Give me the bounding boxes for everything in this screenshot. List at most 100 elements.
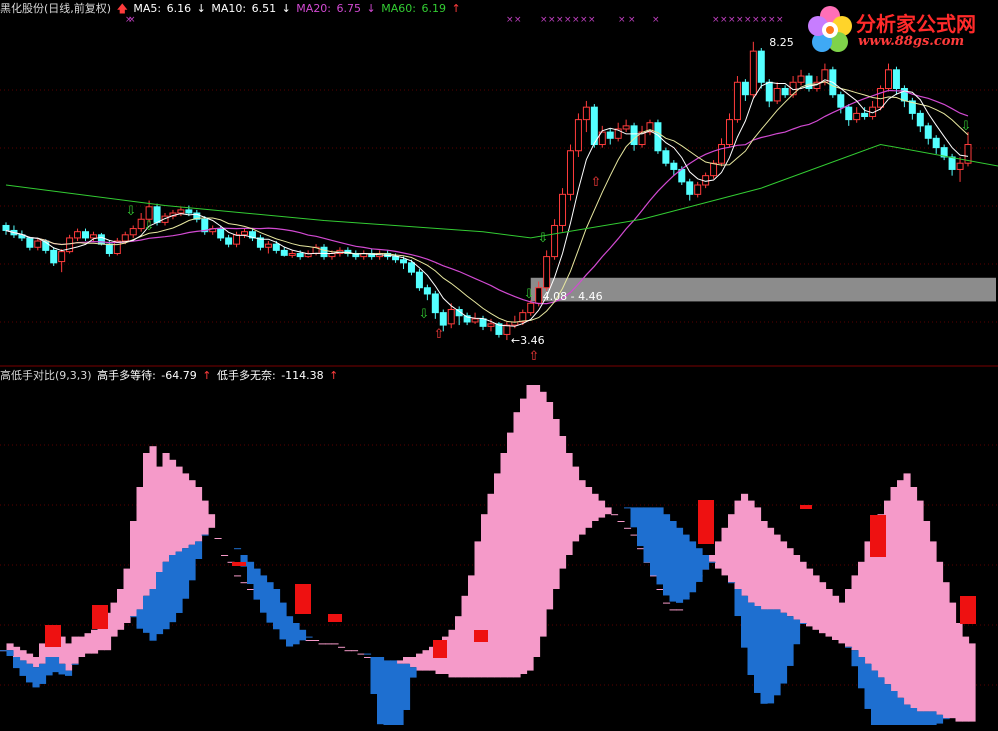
pink-bar xyxy=(708,555,716,562)
pink-bar xyxy=(195,487,203,542)
x-marker: × xyxy=(768,15,776,25)
candle-body xyxy=(725,119,733,146)
ma20-value: 6.75 xyxy=(336,2,362,15)
pink-bar xyxy=(422,650,430,671)
pink-bar xyxy=(637,548,645,550)
blue-bar xyxy=(624,507,632,509)
candle-body xyxy=(89,234,97,239)
blue-bar xyxy=(910,708,918,725)
pink-bar xyxy=(890,487,898,691)
flower-logo-icon xyxy=(808,6,852,52)
blue-bar xyxy=(728,582,736,584)
pink-bar xyxy=(565,453,573,555)
blue-bar xyxy=(890,691,898,725)
blue-bar xyxy=(234,548,242,550)
sell-arrow-icon: ⇩ xyxy=(144,219,155,234)
pink-bar xyxy=(793,555,801,620)
blue-bar xyxy=(71,663,79,665)
red-block xyxy=(92,605,108,629)
blue-bar xyxy=(708,561,716,563)
candle-body xyxy=(694,184,702,195)
blue-bar xyxy=(390,660,398,725)
blue-bar xyxy=(864,663,872,709)
x-marker: × xyxy=(760,15,768,25)
candle-body xyxy=(105,243,113,254)
pink-bar xyxy=(331,643,339,645)
candle-body xyxy=(861,112,869,118)
candle-body xyxy=(415,271,423,289)
candle-body xyxy=(487,323,495,327)
pink-bar xyxy=(117,589,125,630)
blue-bar xyxy=(877,677,885,725)
x-marker: × xyxy=(652,15,660,25)
candle-body xyxy=(582,106,590,121)
pink-bar xyxy=(78,636,86,657)
x-marker: × xyxy=(125,15,133,25)
x-marker: × xyxy=(628,15,636,25)
x-marker: × xyxy=(548,15,556,25)
candle-body xyxy=(58,251,66,263)
x-marker: × xyxy=(572,15,580,25)
pink-bar xyxy=(747,500,755,603)
blue-bar xyxy=(32,667,40,688)
pink-bar xyxy=(357,653,365,655)
candle-body xyxy=(622,125,630,130)
blue-bar xyxy=(871,670,879,725)
site-logo: 分析家公式网 www.88gs.com xyxy=(804,2,994,56)
pink-bar xyxy=(864,541,872,664)
pink-bar xyxy=(188,480,196,545)
blue-bar xyxy=(760,609,768,704)
pink-bar xyxy=(507,432,515,678)
sell-arrow-icon: ⇩ xyxy=(524,287,535,302)
ma5-arrow: ↓ xyxy=(196,2,206,15)
red-block xyxy=(800,505,812,509)
pink-bar xyxy=(799,561,807,623)
pink-bar xyxy=(591,493,599,521)
pink-bar xyxy=(26,653,34,664)
pink-bar xyxy=(598,500,606,518)
pink-bar xyxy=(669,609,677,611)
pink-bar xyxy=(585,487,593,528)
blue-bar xyxy=(786,616,794,666)
candle-body xyxy=(26,237,34,248)
up-arrow-icon: 🡅 xyxy=(116,2,128,15)
x-marker: × xyxy=(564,15,572,25)
pink-bar xyxy=(520,398,528,674)
upper-header: 黑化股份(日线,前复权) 🡅 MA5: 6.16 ↓ MA10: 6.51 ↓ … xyxy=(0,2,463,16)
pink-bar xyxy=(91,629,99,654)
pink-bar xyxy=(6,643,14,651)
pink-bar xyxy=(403,657,411,664)
candle-body xyxy=(241,231,249,236)
blue-bar xyxy=(253,568,261,600)
red-block xyxy=(45,625,61,647)
candle-body xyxy=(34,240,42,248)
pink-bar xyxy=(760,521,768,610)
candle-body xyxy=(543,256,551,289)
blue-bar xyxy=(299,629,307,641)
pink-bar xyxy=(780,541,788,613)
candle-body xyxy=(471,318,479,323)
pink-bar xyxy=(234,575,242,577)
blue-bar xyxy=(6,650,14,656)
logo-title: 分析家公式网 xyxy=(856,12,976,36)
candle-body xyxy=(535,287,543,304)
blue-bar xyxy=(682,534,690,600)
blue-bar xyxy=(162,561,170,630)
pink-bar xyxy=(617,521,625,522)
candle-body xyxy=(74,231,82,239)
pink-bar xyxy=(526,385,534,671)
blue-bar xyxy=(273,589,281,630)
pink-bar xyxy=(552,419,560,589)
candle-body xyxy=(129,228,137,236)
pink-bar xyxy=(773,534,781,610)
blue-bar xyxy=(19,660,27,676)
pink-bar xyxy=(962,636,970,722)
blue-bar xyxy=(292,623,300,645)
pink-bar xyxy=(949,602,957,719)
blue-bar xyxy=(689,541,697,593)
pink-bar xyxy=(955,623,963,722)
candle-body xyxy=(884,69,892,89)
blue-bar xyxy=(182,548,190,599)
pink-bar xyxy=(539,391,547,637)
pink-bar xyxy=(741,493,749,596)
